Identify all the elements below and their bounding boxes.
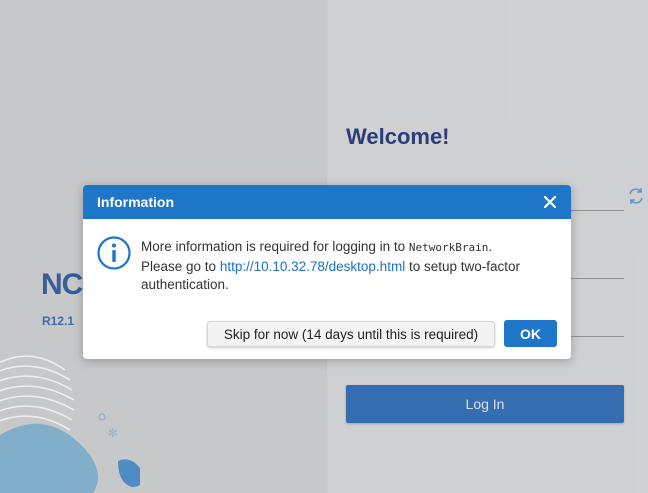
- message-line3: authentication.: [141, 277, 229, 292]
- dialog-message: More information is required for logging…: [141, 238, 551, 295]
- dialog-title: Information: [97, 194, 174, 210]
- ok-button[interactable]: OK: [504, 320, 557, 347]
- close-icon[interactable]: [541, 193, 559, 211]
- message-line1-prefix: More information is required for logging…: [141, 239, 409, 254]
- desktop-link[interactable]: http://10.10.32.78/desktop.html: [220, 259, 405, 274]
- message-line2-suffix: to setup two-factor: [405, 258, 520, 274]
- info-icon: [97, 236, 131, 270]
- message-line1-suffix: .: [488, 239, 493, 254]
- skip-for-now-button[interactable]: Skip for now (14 days until this is requ…: [207, 321, 495, 347]
- message-line2-prefix: Please go to: [141, 258, 220, 274]
- product-name: NetworkBrain: [408, 241, 489, 254]
- dialog-header: Information: [83, 185, 571, 219]
